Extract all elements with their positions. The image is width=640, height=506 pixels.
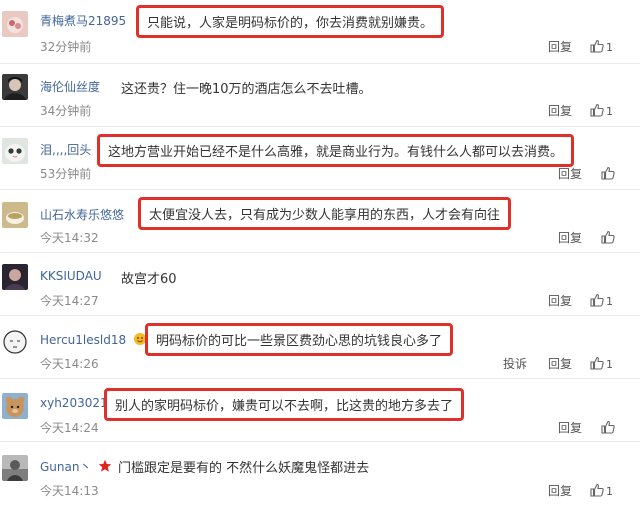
reply-button[interactable]: 回复 xyxy=(548,482,572,499)
like-count: 1 xyxy=(606,485,613,498)
timestamp: 34分钟前 xyxy=(40,104,92,118)
thumbs-up-icon xyxy=(590,293,604,307)
like-button[interactable] xyxy=(601,164,635,184)
comment-text: 这还贵？住一晚10万的酒店怎么不去吐槽。 xyxy=(121,82,372,97)
avatar[interactable] xyxy=(2,202,28,228)
like-button[interactable] xyxy=(601,228,635,248)
like-button[interactable]: 1 xyxy=(590,481,624,501)
like-button[interactable] xyxy=(601,418,635,438)
username-link[interactable]: KKSIUDAU xyxy=(40,269,102,283)
avatar[interactable] xyxy=(2,455,28,481)
username-link[interactable]: xyh203021 xyxy=(40,396,108,410)
like-count: 1 xyxy=(606,105,613,118)
avatar[interactable] xyxy=(2,393,28,419)
like-count: 1 xyxy=(606,295,613,308)
thumbs-up-icon xyxy=(590,39,604,53)
avatar[interactable] xyxy=(2,74,28,100)
reply-button[interactable]: 回复 xyxy=(558,165,582,182)
reply-button[interactable]: 回复 xyxy=(548,102,572,119)
timestamp: 今天14:13 xyxy=(40,484,99,498)
comment-item: 泪,,,,回头 这地方营业开始已经不是什么高雅，就是商业行为。有钱什么人都可以去… xyxy=(0,126,640,190)
username-link[interactable]: 海伦仙丝度 xyxy=(40,78,100,95)
comment-item: 青梅煮马21895 只能说，人家是明码标价的，你去消费就别嫌贵。 32分钟前 回… xyxy=(0,0,640,64)
red-star-icon xyxy=(98,459,112,473)
avatar[interactable] xyxy=(2,329,28,355)
thumbs-up-icon xyxy=(590,483,604,497)
comment-item: KKSIUDAU 故宫才60 今天14:27 回复 1 xyxy=(0,252,640,316)
comment-item: Gunan丶 门槛跟定是要有的 不然什么妖魔鬼怪都进去 今天14:13 回复 1 xyxy=(0,441,640,504)
avatar[interactable] xyxy=(2,264,28,290)
comment-text: 太便宜没人去，只有成为少数人能享用的东西，人才会有向往 xyxy=(138,197,512,230)
timestamp: 今天14:27 xyxy=(40,294,99,308)
username-link[interactable]: 青梅煮马21895 xyxy=(40,12,126,29)
reply-button[interactable]: 回复 xyxy=(558,419,582,436)
username-link[interactable]: Hercu1lesld18 xyxy=(40,332,147,347)
timestamp: 今天14:24 xyxy=(40,421,99,435)
like-count: 1 xyxy=(606,358,613,371)
reply-button[interactable]: 回复 xyxy=(548,38,572,55)
comment-text: 只能说，人家是明码标价的，你去消费就别嫌贵。 xyxy=(136,5,445,38)
like-button[interactable]: 1 xyxy=(590,291,624,311)
comment-text: 明码标价的可比一些景区费劲心思的坑钱良心多了 xyxy=(145,323,454,356)
avatar[interactable] xyxy=(2,11,28,37)
like-button[interactable]: 1 xyxy=(590,101,624,121)
like-count: 1 xyxy=(606,41,613,54)
thumbs-up-icon xyxy=(601,230,615,244)
comment-text: 这地方营业开始已经不是什么高雅，就是商业行为。有钱什么人都可以去消费。 xyxy=(97,134,575,167)
comment-text: 门槛跟定是要有的 不然什么妖魔鬼怪都进去 xyxy=(118,461,370,476)
thumbs-up-icon xyxy=(601,166,615,180)
thumbs-up-icon xyxy=(590,103,604,117)
thumbs-up-icon xyxy=(601,420,615,434)
username-text: Gunan丶 xyxy=(40,460,92,474)
username-link[interactable]: 山石水寿乐悠悠 xyxy=(40,206,124,223)
reply-button[interactable]: 回复 xyxy=(548,292,572,309)
username-text: Hercu1lesld18 xyxy=(40,333,127,347)
username-link[interactable]: 泪,,,,回头 xyxy=(40,141,91,158)
comment-text: 别人的家明码标价，嫌贵可以不去啊，比这贵的地方多去了 xyxy=(104,388,465,421)
timestamp: 32分钟前 xyxy=(40,40,92,54)
report-button[interactable]: 投诉 xyxy=(503,355,527,372)
reply-button[interactable]: 回复 xyxy=(558,229,582,246)
comment-text: 故宫才60 xyxy=(121,272,177,287)
comment-item: xyh203021 别人的家明码标价，嫌贵可以不去啊，比这贵的地方多去了 今天1… xyxy=(0,378,640,442)
timestamp: 今天14:26 xyxy=(40,357,99,371)
avatar[interactable] xyxy=(2,138,28,164)
thumbs-up-icon xyxy=(590,356,604,370)
reply-button[interactable]: 回复 xyxy=(548,355,572,372)
comment-item: 山石水寿乐悠悠 太便宜没人去，只有成为少数人能享用的东西，人才会有向往 今天14… xyxy=(0,189,640,253)
like-button[interactable]: 1 xyxy=(590,37,624,57)
username-link[interactable]: Gunan丶 xyxy=(40,458,112,475)
comment-item: Hercu1lesld18 明码标价的可比一些景区费劲心思的坑钱良心多了 今天1… xyxy=(0,315,640,379)
timestamp: 53分钟前 xyxy=(40,167,92,181)
timestamp: 今天14:32 xyxy=(40,231,99,245)
like-button[interactable]: 1 xyxy=(590,354,624,374)
comment-item: 海伦仙丝度 这还贵？住一晚10万的酒店怎么不去吐槽。 34分钟前 回复 1 xyxy=(0,63,640,127)
